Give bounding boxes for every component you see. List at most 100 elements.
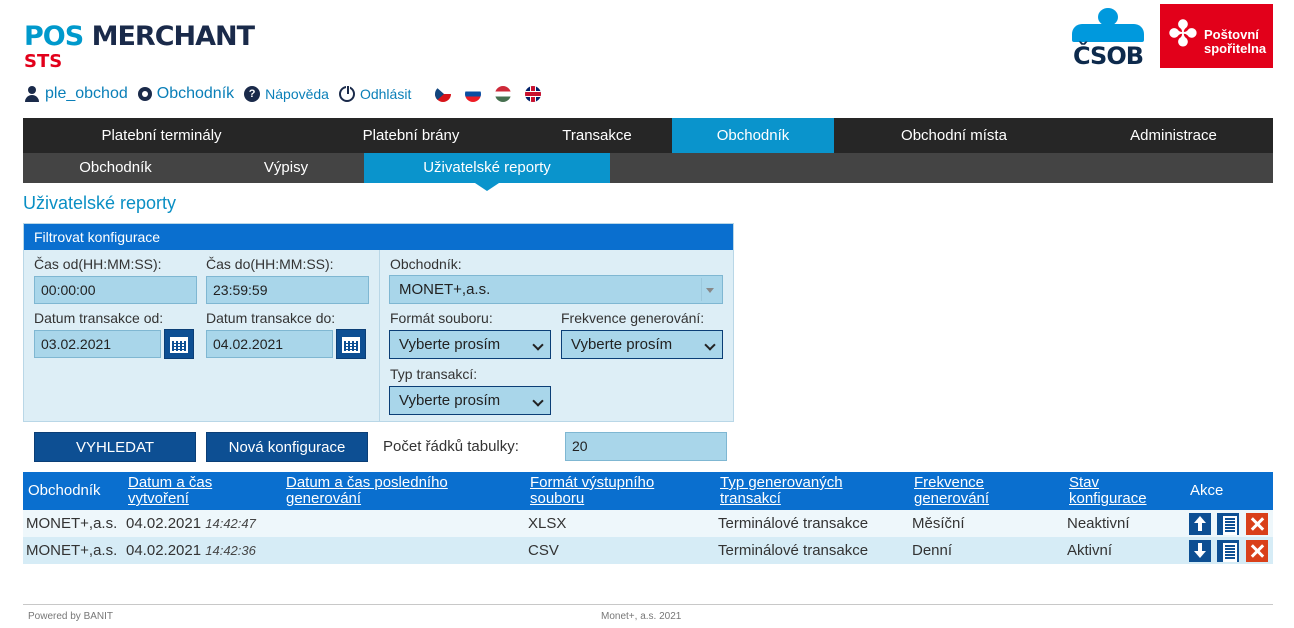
detail-icon[interactable] bbox=[1217, 513, 1239, 535]
date-to-input[interactable]: 04.02.2021 bbox=[206, 330, 333, 358]
footer-copyright: Monet+, a.s. 2021 bbox=[601, 611, 682, 622]
frequency-select-value: Vyberte prosím bbox=[571, 336, 673, 353]
app-logo: POS MERCHANT STS bbox=[24, 21, 255, 72]
help-icon: ? bbox=[244, 86, 261, 102]
activate-icon[interactable] bbox=[1189, 513, 1211, 535]
cell-state: Neaktivní bbox=[1067, 515, 1130, 532]
subtab-uzivatelske-reporty[interactable]: Uživatelské reporty bbox=[364, 153, 610, 191]
type-label: Typ transakcí: bbox=[390, 366, 478, 382]
col-state[interactable]: Stav konfigurace bbox=[1069, 472, 1147, 510]
cell-created: 04.02.2021 14:42:47 bbox=[126, 515, 256, 532]
tab-obchodnik[interactable]: Obchodník bbox=[672, 118, 834, 153]
chevron-down-icon bbox=[532, 339, 544, 351]
power-icon bbox=[338, 85, 355, 102]
merchant-link-label: Obchodník bbox=[156, 85, 235, 102]
user-link[interactable]: ple_obchod bbox=[24, 85, 128, 103]
subtab-obchodnik[interactable]: Obchodník bbox=[23, 153, 208, 183]
brand-pos: POS bbox=[24, 21, 84, 52]
ps-logo-line1: Poštovní bbox=[1204, 27, 1259, 42]
cell-format: XLSX bbox=[528, 515, 567, 532]
main-nav: Platební terminály Platební brány Transa… bbox=[23, 118, 1273, 153]
tab-transakce[interactable]: Transakce bbox=[522, 118, 672, 153]
table-header: Obchodník Datum a čas vytvoření Datum a č… bbox=[23, 472, 1273, 510]
gear-icon bbox=[137, 87, 152, 101]
type-select-value: Vyberte prosím bbox=[399, 392, 501, 409]
chevron-down-icon bbox=[704, 339, 716, 351]
chevron-down-icon bbox=[532, 395, 544, 407]
logout-link[interactable]: Odhlásit bbox=[338, 85, 412, 102]
brand-subtitle: STS bbox=[24, 51, 63, 72]
time-to-label: Čas do(HH:MM:SS): bbox=[206, 256, 334, 272]
calendar-icon[interactable] bbox=[336, 329, 366, 359]
cell-state: Aktivní bbox=[1067, 542, 1113, 559]
table-row: MONET+,a.s. 04.02.2021 14:42:36 CSV Term… bbox=[23, 537, 1273, 564]
gb-flag-icon[interactable] bbox=[525, 86, 542, 102]
clover-icon: ✤ bbox=[1167, 13, 1199, 54]
merchant-settings-link[interactable]: Obchodník bbox=[137, 85, 235, 103]
col-last-generated[interactable]: Datum a čas posledního generování bbox=[286, 472, 448, 510]
col-created[interactable]: Datum a čas vytvoření bbox=[128, 472, 212, 510]
cell-format: CSV bbox=[528, 542, 559, 559]
postovni-sporitelna-logo: ✤ Poštovní spořitelna bbox=[1160, 4, 1273, 68]
cell-created: 04.02.2021 14:42:36 bbox=[126, 542, 256, 559]
page-title: Uživatelské reporty bbox=[23, 193, 177, 213]
help-link[interactable]: ? Nápověda bbox=[244, 86, 329, 102]
calendar-icon[interactable] bbox=[164, 329, 194, 359]
date-to-label: Datum transakce do: bbox=[206, 310, 336, 326]
delete-icon[interactable] bbox=[1246, 513, 1268, 535]
dropdown-arrow-icon bbox=[706, 288, 714, 293]
deactivate-icon[interactable] bbox=[1189, 540, 1211, 562]
footer-divider bbox=[23, 604, 1273, 605]
time-from-input[interactable]: 00:00:00 bbox=[34, 276, 197, 304]
date-from-input[interactable]: 03.02.2021 bbox=[34, 330, 161, 358]
user-icon bbox=[24, 86, 40, 102]
brand-title: POS MERCHANT bbox=[24, 21, 255, 52]
new-config-button[interactable]: Nová konfigurace bbox=[206, 432, 368, 462]
reports-table: Obchodník Datum a čas vytvoření Datum a č… bbox=[23, 472, 1273, 564]
tab-platebni-brany[interactable]: Platební brány bbox=[300, 118, 522, 153]
col-output-format[interactable]: Formát výstupního souboru bbox=[530, 472, 654, 510]
cell-frequency: Měsíční bbox=[912, 515, 965, 532]
col-transaction-type[interactable]: Typ generovaných transakcí bbox=[720, 472, 843, 510]
tab-platebni-terminaly[interactable]: Platební terminály bbox=[23, 118, 300, 153]
cell-type: Terminálové transakce bbox=[718, 542, 869, 559]
cell-frequency: Denní bbox=[912, 542, 953, 559]
detail-icon[interactable] bbox=[1217, 540, 1239, 562]
search-button[interactable]: VYHLEDAT bbox=[34, 432, 196, 462]
time-to-input[interactable]: 23:59:59 bbox=[206, 276, 369, 304]
tab-administrace[interactable]: Administrace bbox=[1074, 118, 1273, 153]
format-select-value: Vyberte prosím bbox=[399, 336, 501, 353]
cell-merchant: MONET+,a.s. bbox=[26, 515, 118, 532]
subtab-vypisy[interactable]: Výpisy bbox=[208, 153, 364, 183]
csob-logo-text: ČSOB bbox=[1072, 42, 1144, 70]
col-merchant: Obchodník bbox=[28, 482, 101, 499]
cz-flag-icon[interactable] bbox=[435, 86, 452, 102]
brand-merchant: MERCHANT bbox=[91, 21, 255, 52]
help-link-label: Nápověda bbox=[265, 86, 329, 102]
footer-powered-by: Powered by BANIT bbox=[28, 611, 114, 622]
username-label: ple_obchod bbox=[45, 85, 128, 102]
tab-obchodni-mista[interactable]: Obchodní místa bbox=[834, 118, 1074, 153]
time-from-label: Čas od(HH:MM:SS): bbox=[34, 256, 162, 272]
delete-icon[interactable] bbox=[1246, 540, 1268, 562]
hu-flag-icon[interactable] bbox=[495, 86, 512, 102]
type-select[interactable]: Vyberte prosím bbox=[389, 386, 551, 415]
user-bar: ple_obchod Obchodník ? Nápověda Odhlásit bbox=[24, 84, 542, 104]
sub-nav: Obchodník Výpisy Uživatelské reporty bbox=[23, 153, 1273, 191]
format-select[interactable]: Vyberte prosím bbox=[389, 330, 551, 359]
merchant-select[interactable]: MONET+,a.s. bbox=[389, 275, 723, 304]
table-row: MONET+,a.s. 04.02.2021 14:42:47 XLSX Ter… bbox=[23, 510, 1273, 537]
csob-logo: ČSOB bbox=[1068, 8, 1148, 70]
col-frequency[interactable]: Frekvence generování bbox=[914, 472, 989, 510]
rows-count-label: Počet řádků tabulky: bbox=[383, 438, 519, 455]
frequency-label: Frekvence generování: bbox=[561, 310, 705, 326]
ps-logo-line2: spořitelna bbox=[1204, 41, 1267, 56]
cell-merchant: MONET+,a.s. bbox=[26, 542, 118, 559]
sk-flag-icon[interactable] bbox=[465, 86, 482, 102]
merchant-label: Obchodník: bbox=[390, 256, 462, 272]
frequency-select[interactable]: Vyberte prosím bbox=[561, 330, 723, 359]
filter-panel-title: Filtrovat konfigurace bbox=[24, 224, 733, 250]
rows-count-input[interactable]: 20 bbox=[565, 432, 727, 461]
logout-link-label: Odhlásit bbox=[359, 86, 412, 102]
cell-type: Terminálové transakce bbox=[718, 515, 869, 532]
